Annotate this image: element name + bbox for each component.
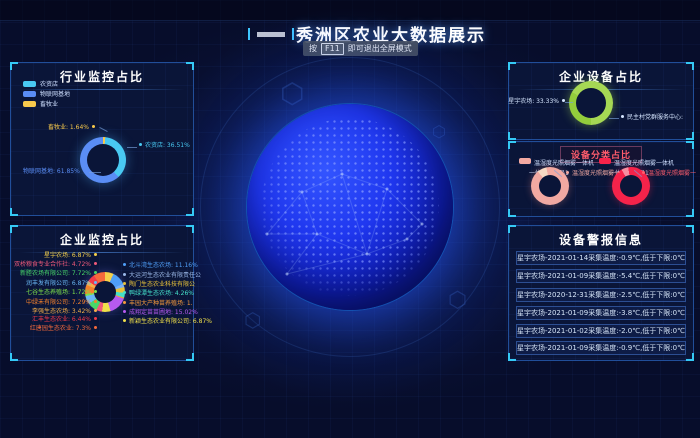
panel-device-alarms: 设备警报信息 星宇农场-2021-01-14采集温度:-0.9℃,低于下限:0℃… [508, 225, 694, 361]
legend-swatch [23, 81, 36, 87]
pie-callout-label: 民主村党群服务中心: [621, 115, 683, 121]
pie-callout-label: 成翔定苗苗圃地: 15.02% [123, 310, 198, 316]
pie-callout-label: 李强生态农场: 3.42% [32, 309, 97, 315]
panel-title: 企业监控占比 [11, 226, 193, 248]
leader-line [565, 102, 573, 103]
alarm-list-item: 星宇农场-2020-12-31采集温度:-2.5℃,低于下限:0℃ [516, 288, 686, 302]
globe-visualization [247, 104, 453, 310]
legend-swatch [519, 158, 531, 164]
pie-callout-label: 汇丰生态农业: 6.44% [32, 317, 97, 323]
alarm-list-item: 星宇农场-2021-01-02采集温度:-2.0℃,低于下限:0℃ [516, 324, 686, 338]
leader-line [99, 127, 107, 132]
pie-callout-label: 星宇农场: 33.33% [508, 99, 565, 105]
donut-hole [620, 175, 642, 197]
legend-label: 农资店 [40, 79, 58, 88]
pie-callout-label: 丰园大产种苗养殖场: 1. [123, 301, 193, 307]
device-donut-chart [569, 81, 613, 125]
alarm-list-item: 星宇农场-2021-01-09采集温度:-0.9℃,低于下限:0℃ [516, 341, 686, 355]
leader-line [89, 172, 101, 173]
alarm-list-item: 星宇农场-2021-01-09采集温度:-3.8℃,低于下限:0℃ [516, 306, 686, 320]
hexagon-icon: ⬡ [244, 310, 261, 330]
pie-callout-label: 鸭绿潭生态农场: 4.26% [123, 291, 194, 297]
category-donut-left [531, 167, 569, 205]
panel-device-category: 设备分类占比 温湿度光照烟雾一体机 一体机类产品1 温湿度光照烟雾一体机 一体机… [508, 141, 694, 217]
legend-swatch [599, 158, 611, 164]
legend-swatch [23, 91, 36, 97]
pie-callout-label: 七谷生态养殖场: 1.72% [26, 290, 97, 296]
pie-callout-label: 物联网基地: 61.85% [23, 169, 86, 175]
pie-callout-label: 红唐园生态农业: 7.3% [30, 326, 97, 332]
donut-hole [94, 281, 116, 303]
legend-label: 畜牧业 [40, 99, 58, 108]
pie-callout-label: 北斗湾生态农场: 11.16% [123, 263, 198, 269]
agriculture-dashboard: 秀洲区农业大数据展示 按 F11 即可退出全屏模式 ⬡ ⬡ ⬡ ⬡ [0, 0, 700, 438]
pie-callout-label: 畜牧业: 1.64% [48, 125, 95, 131]
pie-callout-label: 温湿度光照烟雾一 [566, 171, 620, 177]
leader-line [127, 147, 137, 148]
pie-callout-label: 润丰发有限公司: 6.87% [26, 281, 97, 287]
legend-label: 温湿度光照烟雾一体机 [614, 158, 674, 167]
pie-callout-label: 中绿禾有限公司: 7.29% [26, 300, 97, 306]
donut-hole [576, 88, 606, 118]
pie-callout-label: 新颖生态农业有限公司: 6.87% [123, 319, 212, 325]
globe-network-mesh [247, 104, 453, 310]
panel-device-ratio: 企业设备占比 星宇农场: 33.33% 民主村党群服务中心: [508, 62, 694, 140]
alarm-list-item: 星宇农场-2021-01-09采集温度:-5.4℃,低于下限:0℃ [516, 269, 686, 283]
panel-enterprise-monitor: 企业监控占比 星宇农场: 6.87% 双桥粮食专业合作社: 4.72% 新塍农场… [10, 225, 194, 361]
legend-label: 物联网基地 [40, 89, 70, 98]
legend-label: 温湿度光照烟雾一体机 [534, 158, 594, 167]
pie-callout-label: 陶门生态农业科技有限公 [123, 282, 195, 288]
pie-callout-label: 温湿度光照烟雾一 [642, 171, 696, 177]
pie-callout-label: 农资店: 36.51% [139, 143, 190, 149]
legend-item: 物联网基地 [23, 89, 70, 98]
legend-item: 农资店 [23, 79, 58, 88]
pie-callout-label: 星宇农场: 6.87% [44, 253, 97, 259]
legend-swatch [23, 101, 36, 107]
leader-line [609, 118, 619, 119]
panel-title: 设备警报信息 [509, 226, 693, 248]
donut-hole [539, 175, 561, 197]
alarm-list-item: 星宇农场-2021-01-14采集温度:-0.9℃,低于下限:0℃ [516, 251, 686, 265]
pie-callout-label: 新塍农场有限公司: 7.72% [20, 271, 97, 277]
panel-title: 企业设备占比 [509, 63, 693, 85]
pie-callout-label: 大运河生态农业有限责任公 [123, 273, 201, 279]
pie-callout-label: 双桥粮食专业合作社: 4.72% [14, 262, 97, 268]
industry-donut-chart [80, 137, 126, 183]
panel-industry-monitor: 行业监控占比 农资店 物联网基地 畜牧业 畜牧业: 1.64% 农资店: 36.… [10, 62, 194, 216]
legend-item: 畜牧业 [23, 99, 58, 108]
